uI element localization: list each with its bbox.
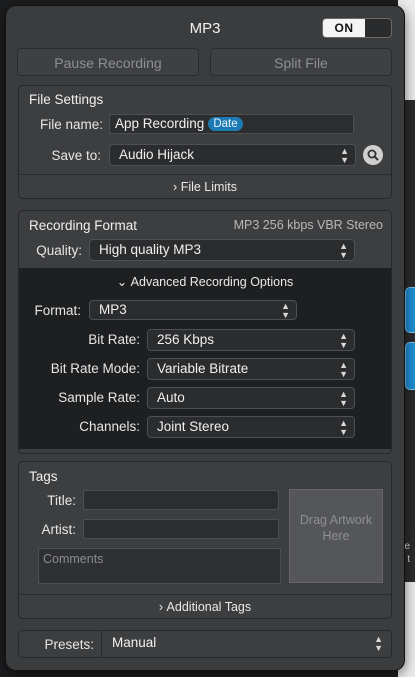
bit-rate-mode-label: Bit Rate Mode: [50, 361, 140, 376]
updown-arrows-icon: ▲ ▼ [281, 301, 290, 320]
bit-rate-label: Bit Rate: [88, 332, 140, 347]
file-name-label: File name: [39, 117, 103, 132]
artist-field[interactable] [83, 519, 279, 539]
sample-rate-label: Sample Rate: [58, 390, 140, 405]
advanced-options-disclosure[interactable]: ⌄ Advanced Recording Options [19, 274, 391, 289]
advanced-options-label: Advanced Recording Options [130, 275, 294, 289]
on-label: ON [323, 19, 365, 37]
sample-rate-value: Auto [157, 390, 185, 405]
updown-arrows-icon: ▲ ▼ [339, 389, 348, 408]
presets-select[interactable]: Manual ▲ ▼ [103, 633, 389, 655]
presets-bar: Presets: Manual ▲ ▼ [18, 630, 392, 658]
bit-rate-mode-select[interactable]: Variable Bitrate ▲ ▼ [147, 358, 355, 380]
channels-select[interactable]: Joint Stereo ▲ ▼ [147, 416, 355, 438]
quality-label: Quality: [36, 243, 82, 258]
channels-label: Channels: [79, 419, 140, 434]
recording-format-section: Recording Format MP3 256 kbps VBR Stereo… [18, 210, 392, 454]
bit-rate-select[interactable]: 256 Kbps ▲ ▼ [147, 329, 355, 351]
on-off-toggle[interactable]: ON [322, 18, 392, 38]
updown-arrows-icon: ▲ ▼ [339, 360, 348, 379]
recording-format-title: Recording Format [29, 218, 138, 233]
presets-divider [101, 631, 102, 657]
artwork-drop-zone[interactable]: Drag Artwork Here [289, 489, 383, 583]
pause-recording-button[interactable]: Pause Recording [17, 48, 199, 76]
updown-arrows-icon: ▲ ▼ [374, 634, 383, 653]
format-select[interactable]: MP3 ▲ ▼ [89, 300, 297, 320]
file-settings-title: File Settings [29, 92, 104, 107]
tags-divider [19, 594, 391, 595]
updown-arrows-icon: ▲ ▼ [339, 241, 348, 260]
split-file-button[interactable]: Split File [210, 48, 392, 76]
comments-placeholder: Comments [43, 552, 104, 566]
bit-rate-mode-value: Variable Bitrate [157, 361, 249, 376]
quality-select[interactable]: High quality MP3 ▲ ▼ [89, 239, 355, 261]
save-to-label: Save to: [51, 148, 101, 163]
file-limits-label: File Limits [180, 180, 237, 194]
presets-label: Presets: [44, 637, 94, 652]
presets-value: Manual [112, 635, 157, 650]
advanced-options-panel: ⌄ Advanced Recording Options Format: MP3… [19, 268, 391, 449]
file-name-field[interactable]: App Recording Date [109, 114, 354, 134]
bit-rate-value: 256 Kbps [157, 332, 215, 347]
channels-value: Joint Stereo [157, 419, 230, 434]
title-field[interactable] [83, 490, 279, 510]
recorder-panel: MP3 ON Pause Recording Split File File S… [6, 6, 404, 670]
chevron-right-icon: › [158, 600, 164, 614]
file-name-value: App Recording [115, 116, 205, 131]
save-to-value: Audio Hijack [119, 147, 195, 162]
background-window-tab-lower[interactable] [405, 342, 415, 390]
save-to-select[interactable]: Audio Hijack ▲ ▼ [109, 144, 356, 166]
updown-arrows-icon: ▲ ▼ [339, 418, 348, 437]
file-settings-section: File Settings File name: App Recording Da… [18, 85, 392, 199]
date-token[interactable]: Date [208, 117, 243, 131]
file-limits-disclosure[interactable]: › File Limits [19, 180, 391, 194]
format-label: Format: [34, 303, 81, 318]
format-summary: MP3 256 kbps VBR Stereo [233, 218, 383, 232]
additional-tags-label: Additional Tags [166, 600, 252, 614]
updown-arrows-icon: ▲ ▼ [340, 146, 349, 165]
background-window-tab-upper[interactable] [405, 287, 415, 333]
chevron-right-icon: › [173, 180, 178, 194]
updown-arrows-icon: ▲ ▼ [339, 331, 348, 350]
additional-tags-disclosure[interactable]: › Additional Tags [19, 600, 391, 614]
search-icon[interactable] [363, 145, 383, 165]
comments-field[interactable]: Comments [38, 548, 281, 584]
quality-value: High quality MP3 [99, 242, 202, 257]
file-settings-divider [19, 174, 391, 175]
format-value: MP3 [99, 302, 127, 317]
artist-label: Artist: [41, 522, 76, 537]
chevron-down-icon: ⌄ [116, 275, 128, 289]
tags-title: Tags [29, 469, 58, 484]
tags-section: Tags Title: Artist: Comments Drag Artwor… [18, 461, 392, 619]
sample-rate-select[interactable]: Auto ▲ ▼ [147, 387, 355, 409]
title-label: Title: [47, 493, 76, 508]
